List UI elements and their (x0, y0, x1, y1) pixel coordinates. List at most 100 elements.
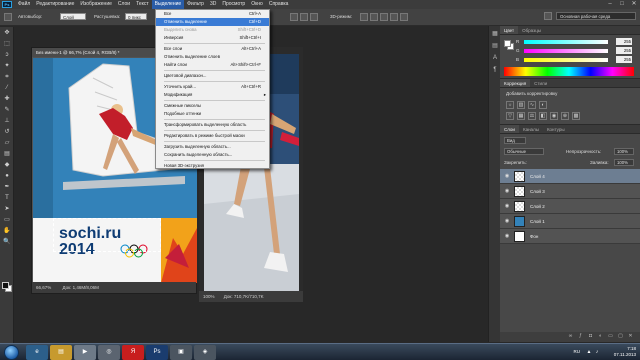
menu-item-refine-edge[interactable]: Уточнить край... Alt+Ctrl+R (156, 83, 269, 91)
tab-adjustments[interactable]: Коррекция (500, 79, 531, 87)
healing-brush-icon[interactable]: ✚ (2, 95, 12, 104)
tab-layers[interactable]: Слои (500, 125, 519, 133)
feather-input[interactable]: 0 пикс (125, 13, 147, 20)
menu-item-transform-selection[interactable]: Трансформировать выделенную область (156, 121, 269, 129)
eye-icon[interactable]: ◉ (504, 203, 510, 209)
color-fg-swatch[interactable] (504, 40, 511, 47)
ie-taskbar-icon[interactable]: e (26, 345, 48, 360)
clock[interactable]: 7:18 07.11.2013 (614, 346, 636, 358)
app3-taskbar-icon[interactable]: ◈ (194, 345, 216, 360)
tab-channels[interactable]: Каналы (519, 125, 543, 133)
3d-pan-icon[interactable] (380, 13, 388, 21)
start-button[interactable] (4, 345, 19, 360)
opacity-input[interactable]: 100% (614, 148, 634, 155)
menu-text[interactable]: Текст (133, 0, 152, 9)
yandex-taskbar-icon[interactable]: Я (122, 345, 144, 360)
menu-item-modify[interactable]: Модификация ▸ (156, 91, 269, 99)
tab-swatches[interactable]: Образцы (518, 26, 545, 34)
workspace-selector[interactable]: Основная рабочая среда (556, 12, 636, 20)
layer-filter-kind[interactable]: Вид (504, 137, 526, 144)
minimize-button[interactable]: – (604, 0, 616, 9)
tab-styles[interactable]: Стили (530, 79, 551, 87)
distribute-icon[interactable] (300, 13, 308, 21)
color-spectrum[interactable] (504, 67, 634, 76)
color-balance-icon[interactable]: ⚖ (528, 112, 536, 120)
photo-filter-icon[interactable]: ◉ (550, 112, 558, 120)
slider-r[interactable]: R 255 (516, 38, 632, 46)
blend-mode-dropdown[interactable]: Обычные (504, 148, 544, 155)
shape-tool-icon[interactable]: ▭ (2, 216, 12, 225)
menu-image[interactable]: Изображение (77, 0, 115, 9)
slider-b-value[interactable]: 255 (616, 56, 632, 63)
menu-item-3d-extrusion[interactable]: Новая 3D-экструзия (156, 162, 269, 170)
magic-wand-icon[interactable]: ✦ (2, 62, 12, 71)
brush-tool-icon[interactable]: ✎ (2, 106, 12, 115)
type-tool-icon[interactable]: T (2, 194, 12, 203)
fill-input[interactable]: 100% (614, 159, 634, 166)
workspace-icon[interactable] (544, 12, 552, 20)
menu-item-find-layers[interactable]: Найти слои Alt+Shift+Ctrl+F (156, 61, 269, 69)
menu-help[interactable]: Справка (266, 0, 292, 9)
brightness-icon[interactable]: ☼ (506, 101, 514, 109)
menu-item-similar[interactable]: Подобные оттенки (156, 110, 269, 118)
layer-row-2[interactable]: ◉ Слой 2 (500, 199, 640, 214)
folder-icon[interactable]: ▭ (607, 333, 614, 340)
slider-b-track[interactable] (524, 58, 608, 62)
layer-row-1[interactable]: ◉ Слой 1 (500, 214, 640, 229)
app2-taskbar-icon[interactable]: ▣ (170, 345, 192, 360)
network-icon[interactable]: ▲ (586, 349, 592, 355)
move-tool-icon[interactable]: ✥ (2, 29, 12, 38)
menu-item-all-layers[interactable]: Все слои Alt+Ctrl+A (156, 45, 269, 53)
menu-view[interactable]: Просмотр (219, 0, 248, 9)
exposure-icon[interactable]: ◐ (539, 101, 547, 109)
eye-icon[interactable]: ◉ (504, 218, 510, 224)
new-layer-icon[interactable]: ▢ (617, 333, 624, 340)
menu-3d[interactable]: 3D (207, 0, 219, 9)
tab-paths[interactable]: Контуры (543, 125, 569, 133)
menu-item-deselect-layers[interactable]: Отменить выделение слоев (156, 53, 269, 61)
marquee-tool-icon[interactable]: ⬚ (2, 40, 12, 49)
zoom-tool-icon[interactable]: 🔍 (2, 238, 12, 247)
align-icon[interactable] (290, 13, 298, 21)
mask-icon[interactable]: ◘ (587, 333, 594, 340)
menu-file[interactable]: Файл (15, 0, 33, 9)
menu-select[interactable]: Выделение (151, 0, 185, 9)
history-icon[interactable]: ▦ (491, 30, 499, 38)
menu-item-grow[interactable]: Смежные пикселы (156, 102, 269, 110)
menu-item-select-all[interactable]: Все Ctrl+A (156, 10, 269, 18)
slider-r-value[interactable]: 255 (616, 38, 632, 45)
auto-select-dropdown[interactable]: Слой (60, 13, 86, 20)
hue-saturation-icon[interactable]: ▦ (517, 112, 525, 120)
app-taskbar-icon[interactable]: ◎ (98, 345, 120, 360)
arrange-icon[interactable] (310, 13, 318, 21)
3d-rotate-icon[interactable] (360, 13, 368, 21)
menu-item-deselect[interactable]: Отменить выделение Ctrl+D (156, 18, 269, 26)
lasso-tool-icon[interactable]: ↄ (2, 51, 12, 60)
paragraph-icon[interactable]: ¶ (491, 66, 499, 74)
fx-icon[interactable]: ƒ (577, 333, 584, 340)
eyedropper-icon[interactable]: ⁄ (2, 84, 12, 93)
vibrance-icon[interactable]: ▽ (506, 112, 514, 120)
levels-icon[interactable]: ▥ (517, 101, 525, 109)
menu-filter[interactable]: Фильтр (184, 0, 207, 9)
close-button[interactable]: ✕ (628, 0, 640, 9)
layer-row-4[interactable]: ◉ Слой 4 (500, 169, 640, 184)
properties-icon[interactable]: ▤ (491, 42, 499, 50)
slider-g-value[interactable]: 255 (616, 47, 632, 54)
maximize-button[interactable]: □ (616, 0, 628, 9)
gradient-tool-icon[interactable]: ▤ (2, 150, 12, 159)
pen-tool-icon[interactable]: ✒ (2, 183, 12, 192)
slider-r-track[interactable] (524, 40, 608, 44)
history-brush-icon[interactable]: ↺ (2, 128, 12, 137)
menu-layers[interactable]: Слои (115, 0, 133, 9)
slider-g-track[interactable] (524, 49, 608, 53)
hand-tool-icon[interactable]: ✋ (2, 227, 12, 236)
slider-b[interactable]: B 255 (516, 56, 632, 64)
crop-tool-icon[interactable]: ⌗ (2, 73, 12, 82)
slider-g[interactable]: G 255 (516, 47, 632, 55)
curves-icon[interactable]: ∿ (528, 101, 536, 109)
3d-scale-icon[interactable] (400, 13, 408, 21)
3d-roll-icon[interactable] (370, 13, 378, 21)
menu-item-quick-mask[interactable]: Редактировать в режиме быстрой маски (156, 132, 269, 140)
menu-item-reselect[interactable]: Выделить снова Shift+Ctrl+D (156, 26, 269, 34)
